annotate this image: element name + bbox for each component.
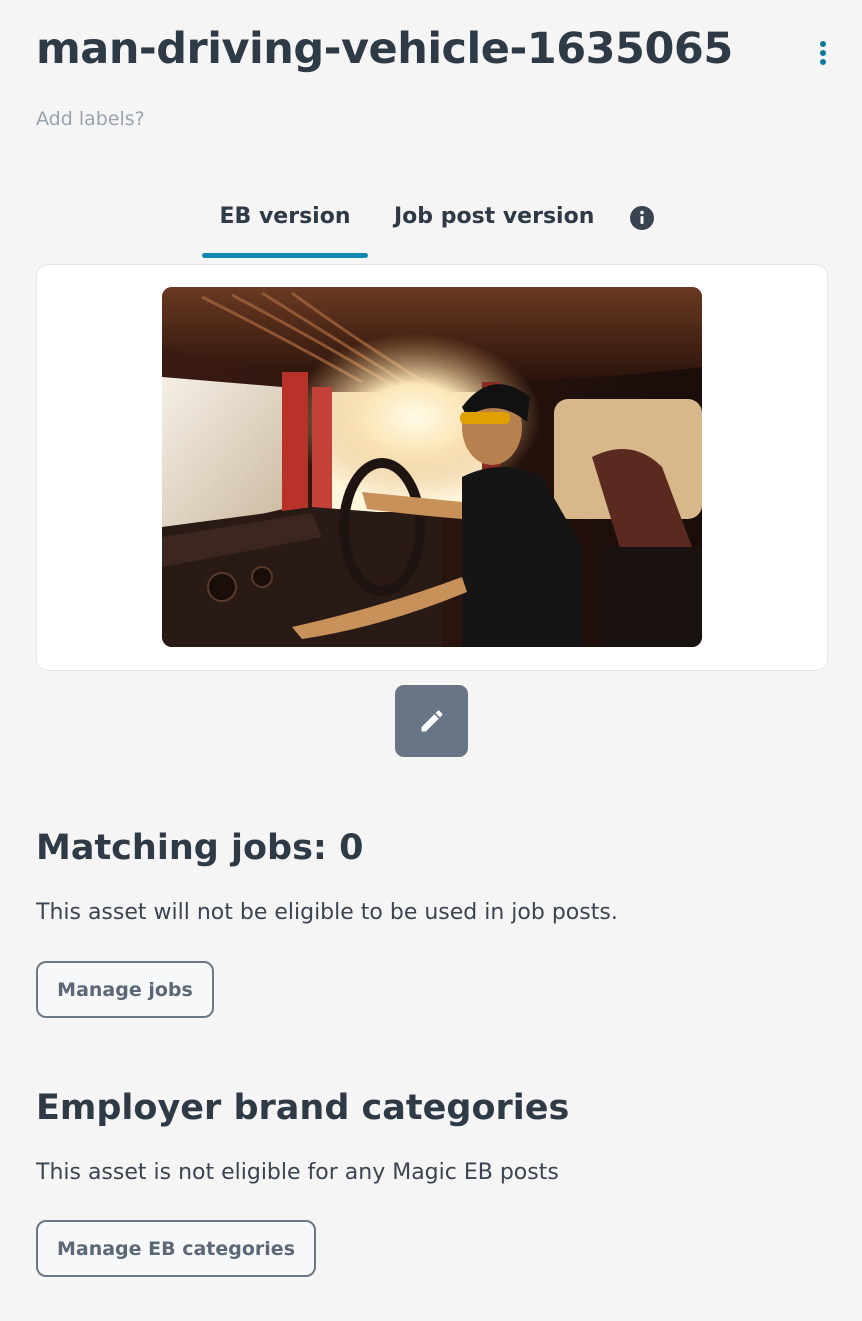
eb-categories-description: This asset is not eligible for any Magic…	[36, 1160, 559, 1185]
tab-job-post-version-label: Job post version	[394, 204, 595, 229]
manage-jobs-button[interactable]: Manage jobs	[36, 961, 214, 1018]
more-vertical-icon[interactable]	[810, 38, 836, 68]
asset-detail-page: man-driving-vehicle-1635065 Add labels? …	[0, 0, 862, 1321]
add-labels-link[interactable]: Add labels?	[36, 108, 145, 130]
edit-button[interactable]	[395, 685, 468, 757]
version-tabs: EB version Job post version	[202, 196, 655, 258]
image-preview-card	[36, 264, 828, 671]
info-icon[interactable]	[630, 206, 655, 230]
asset-photo	[162, 287, 702, 647]
asset-title: man-driving-vehicle-1635065	[36, 24, 733, 74]
active-tab-indicator	[202, 253, 368, 258]
pencil-icon	[421, 710, 443, 732]
matching-jobs-heading: Matching jobs: 0	[36, 828, 364, 868]
eb-categories-heading: Employer brand categories	[36, 1088, 570, 1128]
tab-eb-version-label: EB version	[219, 204, 351, 229]
matching-jobs-description: This asset will not be eligible to be us…	[36, 900, 618, 925]
tab-job-post-version[interactable]: Job post version	[394, 196, 594, 229]
manage-eb-categories-button[interactable]: Manage EB categories	[36, 1220, 316, 1277]
tab-eb-version[interactable]: EB version	[202, 196, 368, 258]
